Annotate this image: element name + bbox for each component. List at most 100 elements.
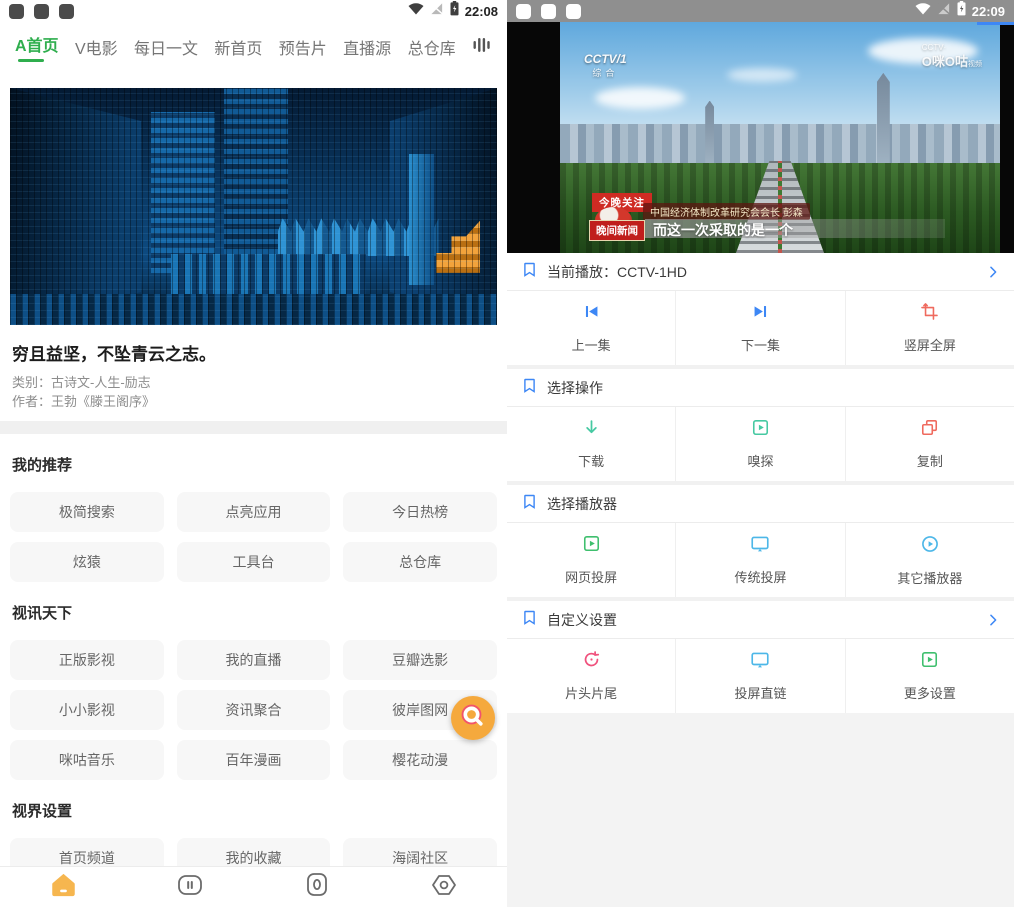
dlna-cast-button[interactable]: 传统投屏 [675, 523, 844, 597]
quick-button[interactable]: 小小影视 [10, 690, 164, 730]
more-settings-button[interactable]: 更多设置 [845, 639, 1014, 713]
nav-settings-button[interactable] [414, 869, 474, 905]
news-badge-bottom: 晚间新闻 [589, 220, 645, 241]
tab-home[interactable]: A首页 [15, 32, 59, 62]
portrait-fullscreen-button[interactable]: 竖屏全屏 [845, 291, 1014, 365]
skip-next-icon [751, 302, 770, 326]
quick-button[interactable]: 我的直播 [177, 640, 331, 680]
quick-button[interactable]: 咪咕音乐 [10, 740, 164, 780]
nav-home-button[interactable] [33, 869, 93, 905]
custom-settings-label: 自定义设置 [547, 610, 617, 630]
bookmark-icon [521, 377, 538, 399]
video-skyline [560, 124, 1000, 163]
quick-button[interactable]: 樱花动漫 [343, 740, 497, 780]
settings-controls: 片头片尾 投屏直链 更多设置 [507, 639, 1014, 713]
notification-square-icon [34, 4, 49, 19]
wifi-icon [408, 2, 424, 20]
video-tower [705, 101, 714, 166]
play-circle-icon [920, 534, 940, 559]
article-category: 类别：古诗文-人生-励志 [12, 373, 495, 392]
news-caption-large: 而这一次采取的是一个 [645, 219, 945, 238]
now-playing-row[interactable]: 当前播放：CCTV-1HD [507, 253, 1014, 291]
channel-logo-sub: 综合 [584, 66, 627, 79]
quick-button[interactable]: 今日热榜 [343, 492, 497, 532]
nav-live-button[interactable] [160, 869, 220, 905]
tab-live-source[interactable]: 直播源 [343, 35, 391, 59]
battery-charging-icon [450, 1, 459, 21]
article-title: 穷且益坚，不坠青云之志。 [12, 340, 495, 365]
battery-charging-icon [957, 1, 966, 21]
intro-outro-button[interactable]: 片头片尾 [507, 639, 675, 713]
notification-square-icon [59, 4, 74, 19]
tab-new-home[interactable]: 新首页 [214, 35, 262, 59]
nav-download-button[interactable] [287, 869, 347, 905]
sniff-button[interactable]: 嗅探 [675, 407, 844, 481]
skip-previous-icon [582, 302, 601, 326]
tab-trailer[interactable]: 预告片 [279, 35, 327, 59]
chevron-right-icon [986, 613, 1000, 627]
copy-button[interactable]: 复制 [845, 407, 1014, 481]
video-player[interactable]: CCTV/1 综合 CCTV· O咪O咕视频 今晚关注 晚间新闻 中国经济体制改… [507, 22, 1014, 253]
quick-button[interactable]: 豆瓣选影 [343, 640, 497, 680]
daily-article-image[interactable] [10, 88, 497, 325]
bookmark-icon [521, 493, 538, 515]
player-controls: 网页投屏 传统投屏 其它播放器 [507, 523, 1014, 597]
empty-area [507, 713, 1014, 907]
now-playing-label: 当前播放：CCTV-1HD [547, 262, 687, 282]
web-cast-button[interactable]: 网页投屏 [507, 523, 675, 597]
play-square-icon [582, 534, 601, 558]
replay-icon [582, 650, 601, 674]
video-tower [877, 73, 890, 165]
video-world-grid: 正版影视 我的直播 豆瓣选影 小小影视 资讯聚合 彼岸图网 咪咕音乐 百年漫画 … [10, 640, 497, 780]
prev-episode-button[interactable]: 上一集 [507, 291, 675, 365]
quick-button[interactable]: 百年漫画 [177, 740, 331, 780]
tab-warehouse[interactable]: 总仓库 [408, 35, 456, 59]
quick-button[interactable]: 工具台 [177, 542, 331, 582]
equalizer-icon[interactable] [472, 35, 492, 60]
search-icon [459, 702, 487, 735]
quick-button[interactable]: 正版影视 [10, 640, 164, 680]
display-icon [750, 535, 770, 558]
quick-button[interactable]: 极简搜索 [10, 492, 164, 532]
notification-square-icon [9, 4, 24, 19]
download-icon [582, 418, 601, 442]
quick-button[interactable]: 资讯聚合 [177, 690, 331, 730]
top-tab-bar: A首页 V电影 每日一文 新首页 预告片 直播源 总仓库 [0, 22, 507, 72]
status-time: 22:08 [465, 4, 498, 19]
bookmark-icon [521, 609, 538, 631]
action-controls: 下载 嗅探 复制 [507, 407, 1014, 481]
bottom-nav [0, 866, 507, 907]
status-bar: 22:08 [0, 0, 507, 22]
home-screen: 22:08 A首页 V电影 每日一文 新首页 预告片 直播源 总仓库 穷且益坚，… [0, 0, 507, 907]
copy-icon [920, 418, 939, 442]
zero-square-icon [305, 872, 329, 902]
select-action-label: 选择操作 [547, 378, 603, 398]
next-episode-button[interactable]: 下一集 [675, 291, 844, 365]
settings-hexagon-icon [431, 873, 457, 902]
section-divider [0, 421, 507, 434]
video-cloud [595, 87, 685, 109]
other-player-button[interactable]: 其它播放器 [845, 523, 1014, 597]
status-bar: 22:09 [507, 0, 1014, 22]
quick-button[interactable]: 总仓库 [343, 542, 497, 582]
recommend-grid: 极简搜索 点亮应用 今日热榜 炫猿 工具台 总仓库 [10, 492, 497, 582]
tab-daily-article[interactable]: 每日一文 [134, 35, 198, 59]
video-frame: CCTV/1 综合 CCTV· O咪O咕视频 今晚关注 晚间新闻 中国经济体制改… [560, 22, 1000, 253]
notification-square-icon [541, 4, 556, 19]
news-caption-small: 中国经济体制改革研究会会长 彭森 [643, 203, 810, 220]
player-screen: 22:09 CCTV/1 综合 CCTV· O咪O咕视频 今晚关注 [507, 0, 1014, 907]
download-button[interactable]: 下载 [507, 407, 675, 481]
tab-movie[interactable]: V电影 [75, 35, 118, 59]
no-signal-icon [937, 2, 951, 20]
playback-controls: 上一集 下一集 竖屏全屏 [507, 291, 1014, 365]
article-meta: 类别：古诗文-人生-励志 作者：王勃《滕王阁序》 [12, 373, 495, 411]
hero-art [10, 88, 497, 325]
search-fab[interactable] [451, 696, 495, 740]
custom-settings-row[interactable]: 自定义设置 [507, 601, 1014, 639]
home-icon [50, 872, 77, 902]
no-signal-icon [430, 2, 444, 20]
loading-progress-bar [977, 22, 1014, 25]
cast-link-button[interactable]: 投屏直链 [675, 639, 844, 713]
quick-button[interactable]: 点亮应用 [177, 492, 331, 532]
quick-button[interactable]: 炫猿 [10, 542, 164, 582]
